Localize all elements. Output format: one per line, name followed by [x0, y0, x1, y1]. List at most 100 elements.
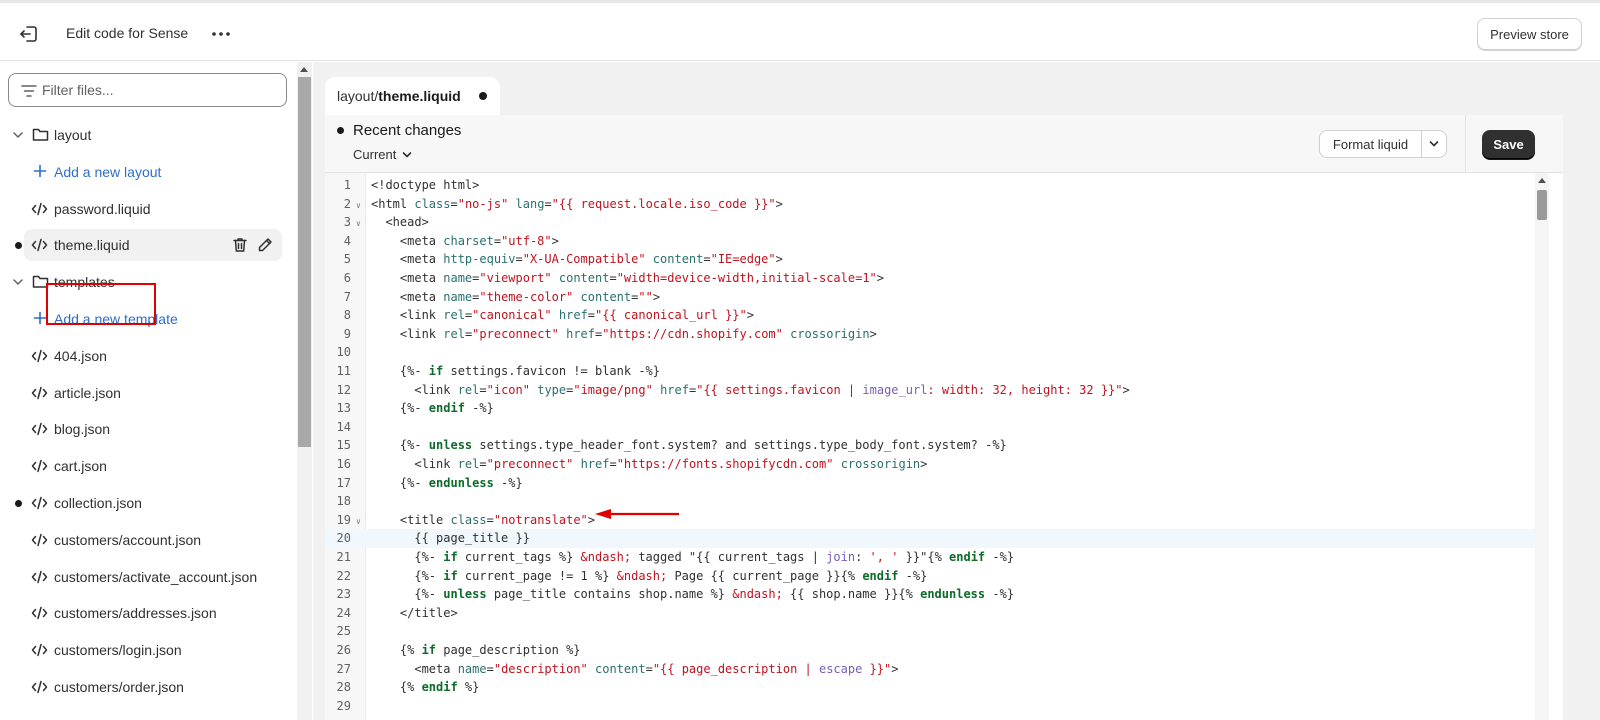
code-line[interactable]: 2 ∨ <html class="no-js" lang="{{ request.l…	[325, 195, 1535, 214]
page-title: Edit code for Sense	[66, 25, 189, 41]
line-number: 17	[336, 475, 351, 490]
folder-layout[interactable]: layout	[0, 119, 290, 151]
code-line[interactable]: 15 {%- unless settings.type_header_font.…	[325, 436, 1535, 455]
format-liquid-button[interactable]: Format liquid	[1319, 130, 1422, 158]
line-number: 13	[336, 401, 351, 416]
code-line[interactable]: 23 {%- unless page_title contains shop.n…	[325, 585, 1535, 604]
format-options-dropdown[interactable]	[1421, 130, 1447, 158]
code-line[interactable]: 20 {{ page_title }}	[325, 529, 1535, 548]
filter-files-field[interactable]	[8, 73, 287, 107]
file-item-cart-json[interactable]: cart.json	[0, 450, 290, 482]
fold-chevron-icon[interactable]: ∨	[356, 219, 361, 228]
code-scrollbar-thumb[interactable]	[1537, 190, 1547, 220]
recent-changes-dot-icon	[337, 127, 344, 134]
code-file-icon	[31, 496, 48, 510]
code-line[interactable]: 25	[325, 622, 1535, 641]
tree-item-label: password.liquid	[54, 200, 151, 217]
line-number: 3	[343, 215, 351, 230]
file-item-blog-json[interactable]: blog.json	[0, 413, 290, 445]
code-line[interactable]: 10	[325, 343, 1535, 362]
code-file-icon	[31, 423, 48, 436]
code-line-text: <link rel="canonical" href="{{ canonical…	[371, 308, 754, 323]
scroll-up-arrow-icon[interactable]	[1538, 178, 1546, 183]
code-line[interactable]: 27 <meta name="description" content="{{ …	[325, 660, 1535, 679]
exit-icon[interactable]	[18, 23, 40, 45]
tree-item-label: customers/login.json	[54, 642, 182, 659]
line-number: 18	[336, 494, 351, 509]
file-item-customers-addresses-json[interactable]: customers/addresses.json	[0, 597, 290, 629]
code-line[interactable]: 4 <meta charset="utf-8">	[325, 232, 1535, 251]
code-line[interactable]: 14	[325, 418, 1535, 437]
line-number: 21	[336, 550, 351, 564]
tree-item-label: theme.liquid	[54, 237, 130, 254]
code-line[interactable]: 1 <!doctype html>	[325, 176, 1535, 195]
add-link-add-a-new-layout[interactable]: Add a new layout	[0, 156, 290, 188]
file-item-customers-login-json[interactable]: customers/login.json	[0, 634, 290, 666]
chevron-down-icon[interactable]	[12, 277, 24, 287]
file-item-theme-liquid[interactable]: theme.liquid	[15, 229, 282, 262]
line-number: 9	[343, 326, 351, 341]
code-line-text: <title class="notranslate">	[371, 512, 595, 527]
code-line[interactable]: 7 <meta name="theme-color" content="">	[325, 288, 1535, 307]
code-file-icon	[31, 459, 48, 473]
pencil-icon[interactable]	[257, 237, 273, 253]
sidebar-scrollbar-thumb[interactable]	[298, 77, 311, 447]
more-horizontal-icon[interactable]	[210, 24, 232, 44]
recent-changes-title: Recent changes	[353, 122, 462, 139]
code-line[interactable]: 19 ∨ <title class="notranslate">	[325, 511, 1535, 530]
code-line[interactable]: 8 <link rel="canonical" href="{{ canonic…	[325, 306, 1535, 325]
tree-item-label: customers/account.json	[54, 531, 202, 548]
file-item-customers-activate-account-json[interactable]: customers/activate_account.json	[0, 561, 290, 593]
tab-label: layout/theme.liquid	[337, 88, 461, 104]
file-item-customers-account-json[interactable]: customers/account.json	[0, 524, 290, 556]
file-item-customers-order-json[interactable]: customers/order.json	[0, 671, 290, 703]
editor-panel: Recent changes Current Format liquid Sav…	[325, 115, 1563, 720]
line-number: 29	[336, 698, 351, 713]
code-line[interactable]: 22 {%- if current_page != 1 %} &ndash; P…	[325, 567, 1535, 586]
code-line[interactable]: 3 ∨ <head>	[325, 213, 1535, 232]
tab-theme-liquid[interactable]: layout/theme.liquid	[325, 77, 500, 115]
tree-item-label: cart.json	[54, 458, 107, 475]
fold-chevron-icon[interactable]: ∨	[356, 517, 361, 526]
file-item-article-json[interactable]: article.json	[0, 377, 290, 409]
line-number: 20	[336, 531, 351, 546]
line-number: 28	[336, 680, 351, 695]
code-line-text: <meta http-equiv="X-UA-Compatible" conte…	[371, 252, 783, 267]
code-scrollbar[interactable]	[1535, 173, 1549, 720]
code-line[interactable]: 29	[325, 697, 1535, 716]
code-file-icon	[31, 349, 48, 363]
version-dropdown[interactable]: Current	[353, 147, 412, 162]
code-line[interactable]: 6 <meta name="viewport" content="width=d…	[325, 269, 1535, 288]
code-line[interactable]: 12 <link rel="icon" type="image/png" hre…	[325, 381, 1535, 400]
tab-path-prefix: layout/	[337, 88, 379, 104]
code-line[interactable]: 11 {%- if settings.favicon != blank -%}	[325, 362, 1535, 381]
code-file-icon	[31, 533, 48, 547]
code-line[interactable]: 17 {%- endunless -%}	[325, 474, 1535, 493]
preview-store-button[interactable]: Preview store	[1477, 18, 1582, 50]
trash-icon[interactable]	[233, 237, 247, 253]
code-line-text: <html class="no-js" lang="{{ request.loc…	[371, 196, 783, 211]
file-item-password-liquid[interactable]: password.liquid	[0, 193, 290, 225]
fold-chevron-icon[interactable]: ∨	[356, 201, 361, 210]
code-line[interactable]: 18	[325, 492, 1535, 511]
file-item-404-json[interactable]: 404.json	[0, 340, 290, 372]
code-line[interactable]: 16 <link rel="preconnect" href="https://…	[325, 455, 1535, 474]
save-button[interactable]: Save	[1482, 130, 1535, 159]
code-line[interactable]: 28 {% endif %}	[325, 678, 1535, 697]
code-line-text: {%- unless page_title contains shop.name…	[371, 587, 1015, 602]
filter-files-input[interactable]	[42, 80, 272, 100]
code-line[interactable]: 9 <link rel="preconnect" href="https://c…	[325, 325, 1535, 344]
scroll-up-arrow-icon[interactable]	[300, 67, 308, 72]
line-number: 26	[336, 643, 351, 657]
code-line[interactable]: 26 {% if page_description %}	[325, 641, 1535, 660]
chevron-down-icon[interactable]	[12, 130, 24, 140]
code-line[interactable]: 5 <meta http-equiv="X-UA-Compatible" con…	[325, 250, 1535, 269]
file-item-collection-json[interactable]: collection.json	[0, 487, 290, 519]
code-line[interactable]: 21 {%- if current_tags %} &ndash; tagged…	[325, 548, 1535, 567]
annotation-highlight-box	[46, 283, 156, 325]
code-line[interactable]: 24 </title>	[325, 604, 1535, 623]
code-line-text: {%- endif -%}	[371, 401, 494, 416]
divider	[1465, 115, 1466, 173]
code-line[interactable]: 13 {%- endif -%}	[325, 399, 1535, 418]
code-editor[interactable]: 1 <!doctype html> 2 ∨ <html class="no-js" la…	[325, 173, 1563, 720]
